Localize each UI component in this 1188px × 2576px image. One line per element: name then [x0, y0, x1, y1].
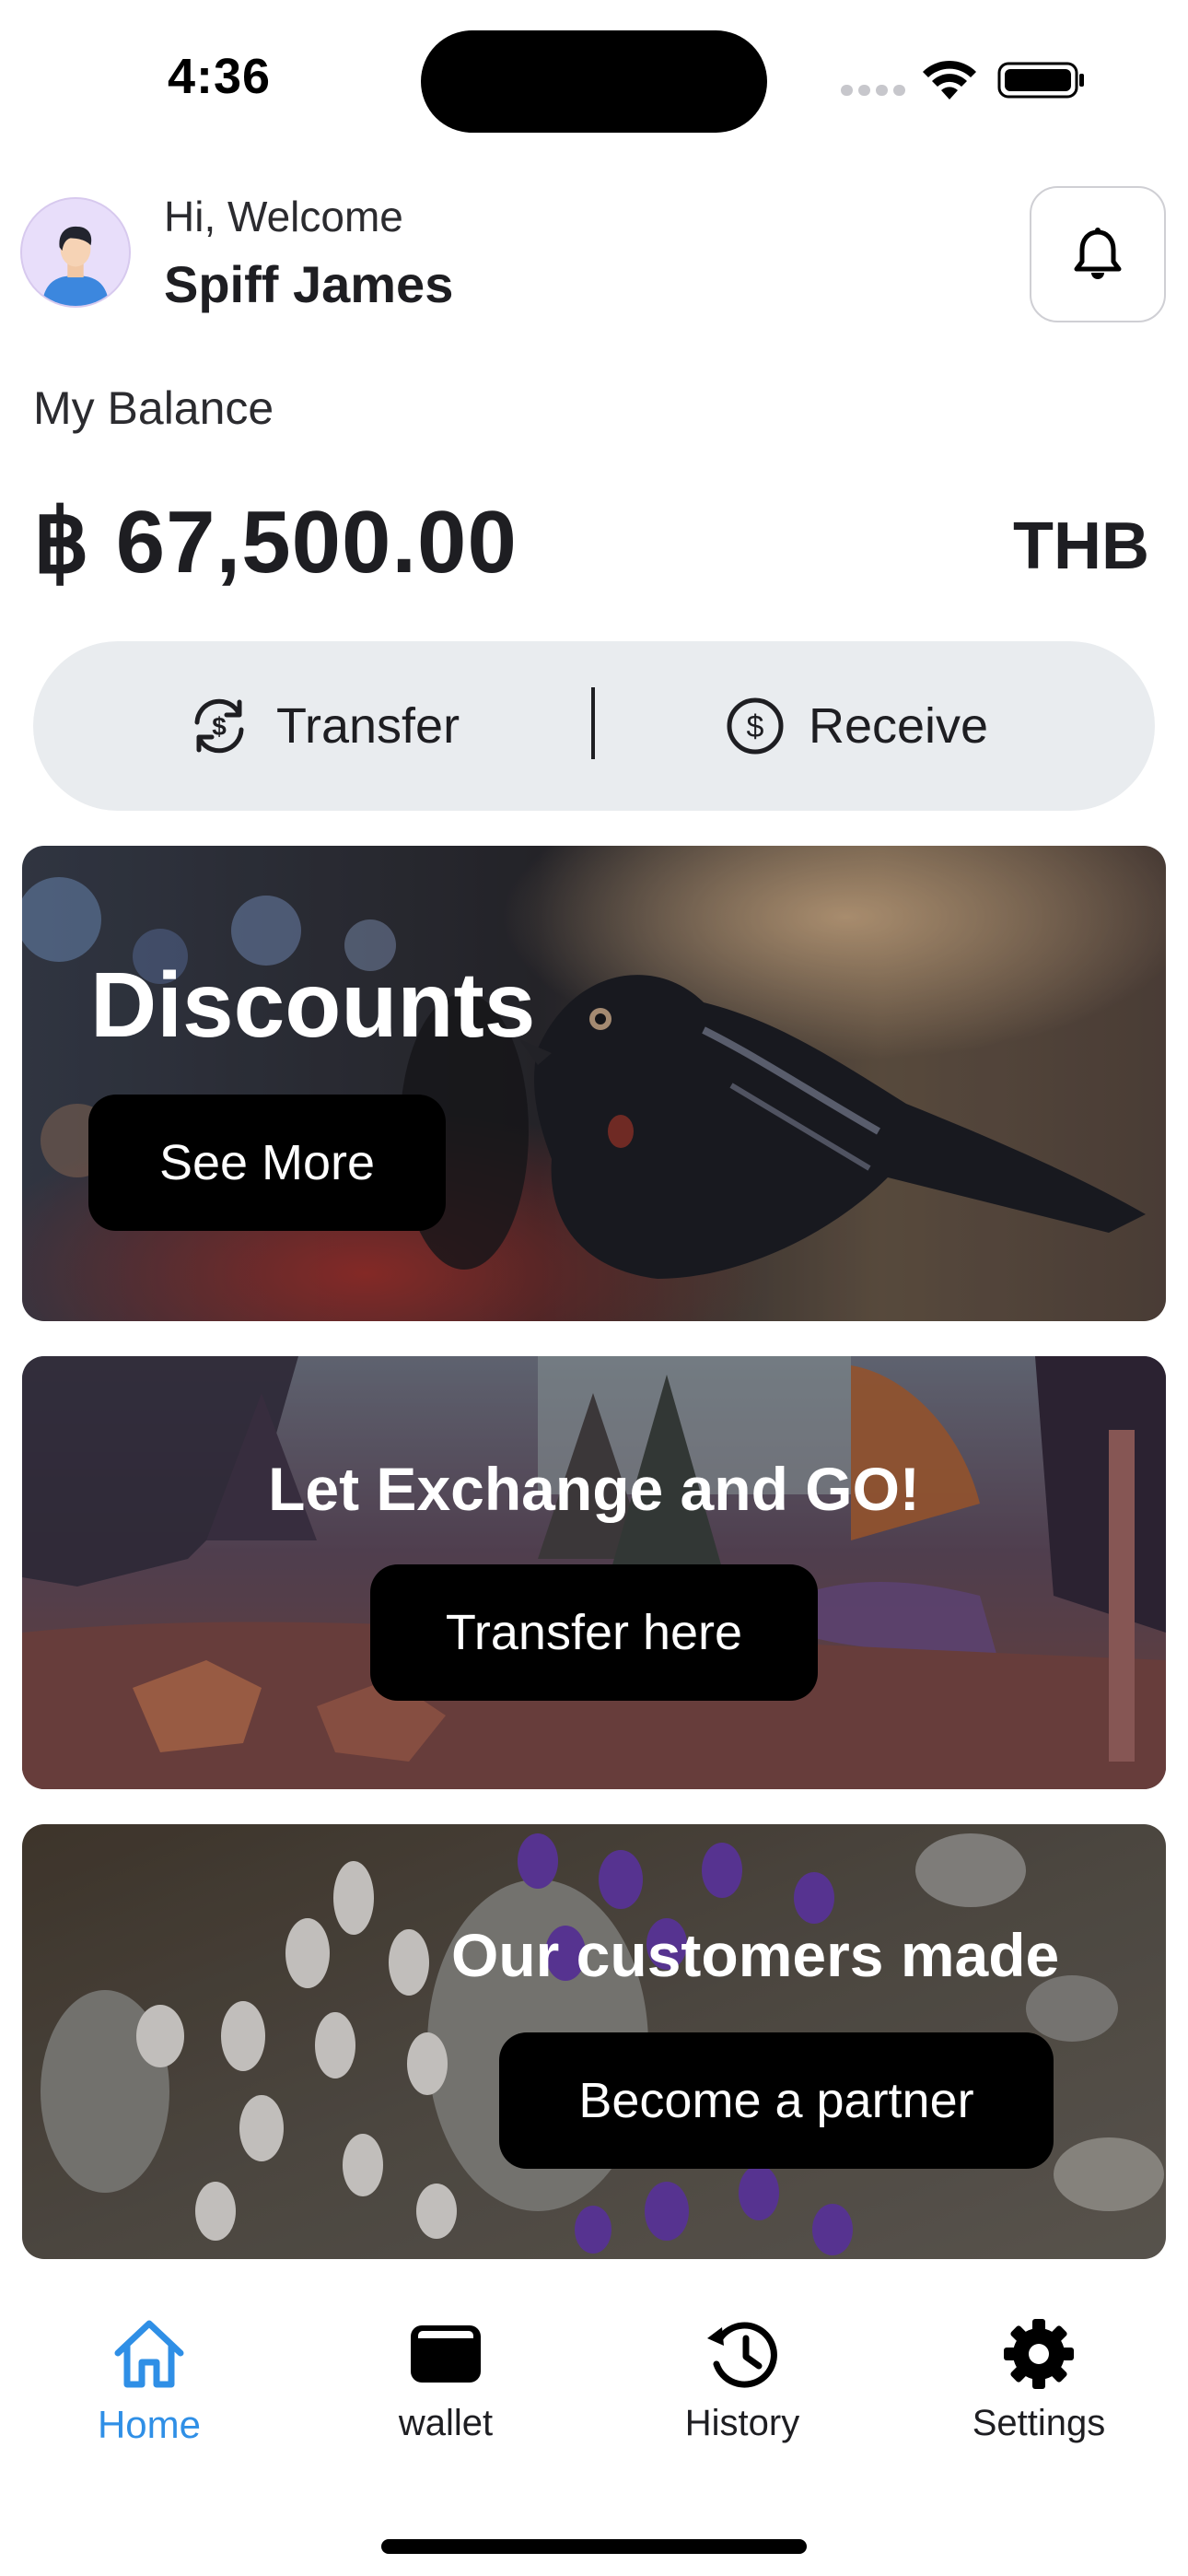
receive-label: Receive — [809, 698, 989, 754]
bottom-nav: Home wallet History Settings — [0, 2276, 1188, 2460]
greeting-text: Hi, Welcome — [164, 193, 403, 240]
nav-label-wallet: wallet — [398, 2403, 494, 2443]
see-more-button[interactable]: See More — [88, 1095, 446, 1231]
action-pill: $ Transfer $ Receive — [33, 641, 1155, 811]
balance-amount: ฿ 67,500.00 — [33, 493, 518, 591]
home-icon — [114, 2320, 184, 2388]
wifi-icon — [923, 60, 976, 100]
receive-button[interactable]: $ Receive — [726, 641, 988, 811]
wallet-icon — [411, 2325, 481, 2383]
action-divider — [591, 687, 595, 759]
gear-icon — [1004, 2319, 1074, 2389]
discounts-card[interactable]: Discounts See More — [22, 846, 1166, 1321]
nav-label-settings: Settings — [972, 2403, 1106, 2443]
dynamic-island — [421, 30, 767, 133]
battery-icon — [997, 62, 1084, 99]
balance-currency: THB — [1013, 509, 1149, 583]
transfer-icon: $ — [194, 698, 244, 754]
transfer-label: Transfer — [276, 698, 460, 754]
user-name: Spiff James — [164, 255, 454, 313]
nav-item-home[interactable]: Home — [20, 2318, 278, 2447]
notifications-button[interactable] — [1030, 186, 1166, 322]
exchange-title: Let Exchange and GO! — [268, 1455, 920, 1523]
nav-item-settings[interactable]: Settings — [910, 2318, 1168, 2444]
exchange-card[interactable]: Let Exchange and GO! Transfer here — [22, 1356, 1166, 1789]
partner-title: Our customers made — [451, 1921, 1060, 1989]
svg-text:$: $ — [212, 712, 227, 741]
home-indicator[interactable] — [381, 2539, 807, 2554]
avatar-person-icon — [22, 199, 129, 306]
bird-image — [22, 846, 1166, 1321]
history-icon — [707, 2322, 777, 2388]
nav-item-wallet[interactable]: wallet — [317, 2318, 575, 2444]
nav-item-history[interactable]: History — [613, 2318, 871, 2444]
status-time: 4:36 — [168, 49, 272, 104]
balance-label: My Balance — [33, 382, 274, 434]
bell-icon — [1074, 228, 1122, 279]
avatar[interactable] — [20, 197, 131, 308]
become-partner-button[interactable]: Become a partner — [499, 2032, 1054, 2169]
partner-card[interactable]: Our customers made Become a partner — [22, 1824, 1166, 2259]
status-bar: 4:36 — [0, 0, 1188, 157]
discounts-title: Discounts — [90, 954, 536, 1057]
dollar-circle-icon: $ — [727, 697, 784, 755]
transfer-here-button[interactable]: Transfer here — [370, 1564, 818, 1701]
nav-label-home: Home — [97, 2403, 202, 2446]
transfer-button[interactable]: $ Transfer — [186, 641, 460, 811]
svg-text:$: $ — [747, 709, 764, 744]
nav-label-history: History — [684, 2403, 800, 2443]
cellular-signal-icon — [841, 85, 905, 98]
